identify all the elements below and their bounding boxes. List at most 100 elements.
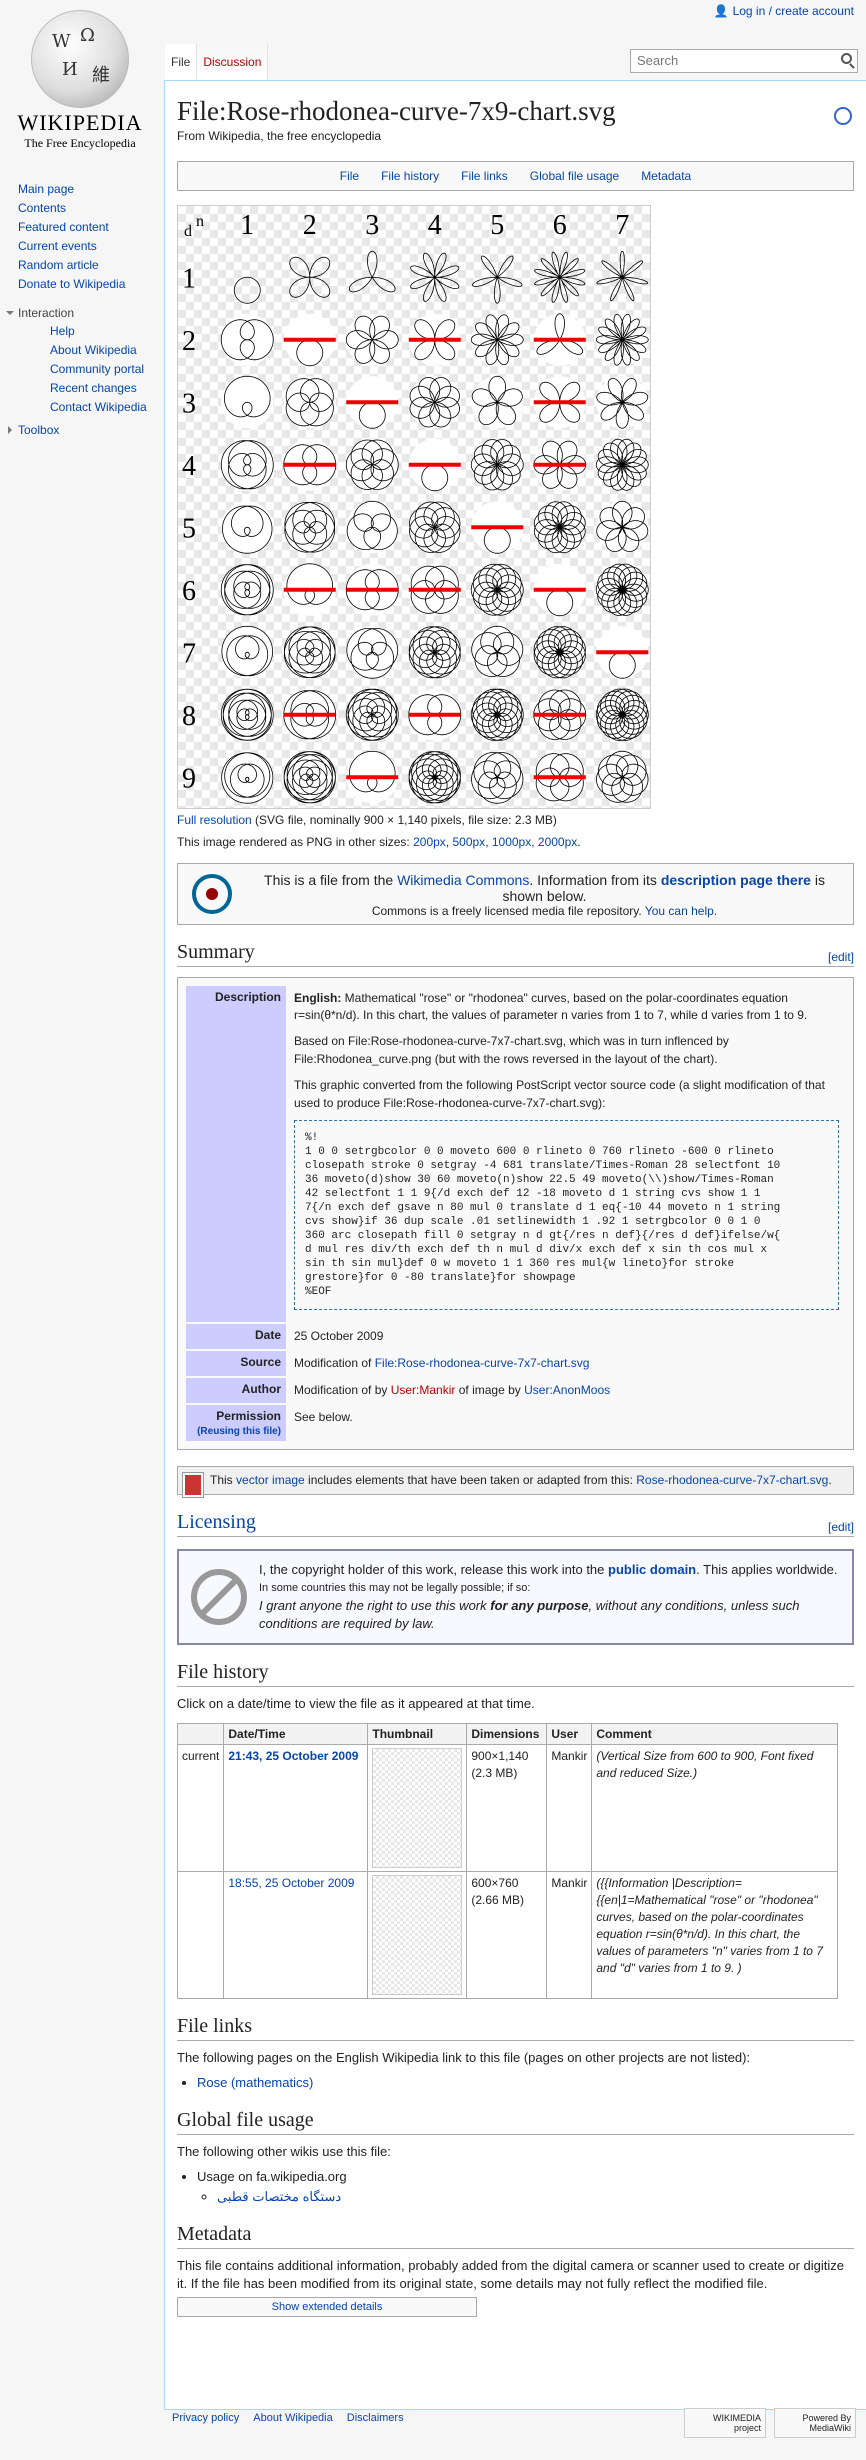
permission-label-text: Permission (216, 1409, 281, 1424)
rose-chart-image[interactable]: dn 1 2 3 4 5 6 7 1 2 3 4 5 6 7 8 9 (177, 205, 651, 810)
vector-image-link[interactable]: vector image (236, 1473, 305, 1487)
col-comment: Comment (591, 1723, 839, 1746)
vector-note: This vector image includes elements that… (177, 1466, 854, 1499)
sidebar-item-random[interactable]: Random article (18, 258, 99, 272)
source-link[interactable]: File:Rose-rhodonea-curve-7x7-chart.svg (375, 1356, 590, 1370)
site-logo[interactable]: WΩИ維 WIKIPEDIA The Free Encyclopedia (10, 10, 150, 151)
sidebar-item-contents[interactable]: Contents (18, 201, 66, 215)
user-icon: 👤 (713, 4, 729, 18)
lic-text-2: . This applies worldwide. (696, 1562, 838, 1578)
filetoc-file[interactable]: File (340, 169, 359, 183)
author-text-2: of image by (455, 1383, 525, 1398)
footer-about[interactable]: About Wikipedia (253, 2412, 333, 2424)
n-header-1: 1 (240, 210, 254, 241)
row-user[interactable]: Mankir (546, 1744, 593, 1873)
tab-file-label[interactable]: File (171, 55, 190, 69)
page-subtitle: From Wikipedia, the free encyclopedia (177, 129, 382, 144)
history-intro: Click on a date/time to view the file as… (177, 1696, 535, 1712)
you-can-help-link[interactable]: You can help. (645, 904, 717, 918)
d-row-label-1: 1 (182, 264, 196, 295)
filelink-rose[interactable]: Rose (mathematics) (197, 2075, 313, 2090)
filetoc-metadata[interactable]: Metadata (641, 169, 691, 183)
licensing-heading: Licensing [edit] (177, 1511, 854, 1538)
size-1000[interactable]: 1000px (492, 835, 531, 849)
search-input[interactable]: Search (630, 49, 858, 73)
filetoc-links[interactable]: File links (461, 169, 508, 183)
history-thumbnail[interactable] (372, 1875, 463, 1996)
sidebar-item-contact[interactable]: Contact Wikipedia (50, 400, 147, 414)
show-extended-details-button[interactable]: Show extended details (177, 2297, 477, 2318)
rose-curve-n1-d1 (233, 277, 261, 305)
history-date-link[interactable]: 21:43, 25 October 2009 (228, 1749, 358, 1763)
row-comment: (Vertical Size from 600 to 900, Font fix… (591, 1744, 839, 1873)
search-icon[interactable] (841, 53, 852, 64)
wikipedia-globe-icon: WΩИ維 (31, 10, 129, 108)
sidebar-item-about[interactable]: About Wikipedia (50, 343, 137, 357)
size-2000[interactable]: 2000px (538, 835, 577, 849)
row-dims: 900×1,140 (471, 1749, 529, 1764)
description-page-link[interactable]: description page there (661, 872, 811, 888)
vector-image-icon (182, 1472, 204, 1499)
sidebar-item-featured[interactable]: Featured content (18, 220, 109, 234)
filetoc-history[interactable]: File history (381, 169, 439, 183)
author-value: Modification of by User:Mankir of image … (288, 1378, 845, 1403)
rose-curve-n3-d1 (349, 251, 396, 293)
vn-source-link[interactable]: Rose-rhodonea-curve-7x7-chart.svg (636, 1473, 828, 1487)
n-header-3: 3 (365, 210, 379, 241)
metadata-text: This file contains additional informatio… (177, 2258, 844, 2292)
public-domain-link[interactable]: public domain (608, 1562, 696, 1577)
login-link[interactable]: Log in / create account (733, 4, 854, 18)
footer-disclaimers[interactable]: Disclaimers (347, 2412, 404, 2424)
source-value: Modification of File:Rose-rhodonea-curve… (288, 1351, 845, 1376)
row-user[interactable]: Mankir (546, 1871, 593, 2000)
sidebar-item-help[interactable]: Help (50, 324, 75, 338)
footer-privacy[interactable]: Privacy policy (172, 2412, 239, 2424)
description-cell: English: Mathematical "rose" or "rhodone… (288, 986, 845, 1322)
col-blank (176, 1723, 225, 1746)
toolbox-link[interactable]: Toolbox (18, 423, 59, 437)
filetoc-global[interactable]: Global file usage (530, 169, 619, 183)
d-row-label-4: 4 (182, 451, 196, 482)
toolbox-heading[interactable]: Toolbox (0, 423, 165, 437)
lic-text-4: I grant anyone the right to use this wor… (259, 1598, 491, 1614)
sidebar-item-current-events[interactable]: Current events (18, 239, 97, 253)
tab-discussion[interactable]: Discussion (197, 44, 269, 80)
summary-edit-link[interactable]: [edit] (828, 950, 854, 964)
commons-link[interactable]: Wikimedia Commons (397, 872, 529, 888)
reusing-link[interactable]: (Reusing this file) (197, 1426, 281, 1437)
sidebar-item-community[interactable]: Community portal (50, 362, 144, 376)
table-row: current 21:43, 25 October 2009 900×1,140… (176, 1744, 839, 1873)
global-page-link[interactable]: دستگاه مختصات قطبی (217, 2189, 341, 2204)
tab-discussion-label[interactable]: Discussion (203, 55, 261, 69)
fullres-link[interactable]: Full resolution (177, 813, 252, 827)
sidebar-item-donate[interactable]: Donate to Wikipedia (18, 277, 125, 291)
summary-heading-text: Summary (177, 941, 255, 964)
commons-text-4: Commons is a freely licensed media file … (371, 904, 645, 919)
row-comment: ({{Information |Description={{en|1=Mathe… (591, 1871, 839, 2000)
audio-icon[interactable] (834, 107, 852, 125)
size-200[interactable]: 200px (413, 835, 446, 849)
interaction-heading[interactable]: Interaction (0, 306, 165, 320)
licensing-edit-link[interactable]: [edit] (828, 1520, 854, 1534)
author-mankir-link[interactable]: User:Mankir (391, 1383, 456, 1397)
history-date-link[interactable]: 18:55, 25 October 2009 (228, 1876, 354, 1890)
fullres-line: Full resolution (SVG file, nominally 900… (177, 813, 854, 827)
d-row-label-6: 6 (182, 576, 196, 607)
size-500[interactable]: 500px (452, 835, 485, 849)
history-thumbnail[interactable] (372, 1748, 463, 1869)
tab-file[interactable]: File (165, 44, 198, 80)
commons-notice: This is a file from the Wikimedia Common… (177, 863, 854, 926)
rose-curve-n2-d1 (289, 257, 331, 299)
summary-box: Description English: Mathematical "rose"… (177, 977, 854, 1451)
sidebar: Main page Contents Featured content Curr… (0, 180, 165, 439)
row-status: current (176, 1744, 225, 1873)
sidebar-item-recent-changes[interactable]: Recent changes (50, 381, 137, 395)
row-dims: 600×760 (471, 1876, 519, 1891)
author-anonmoos-link[interactable]: User:AnonMoos (524, 1383, 610, 1397)
sidebar-item-main-page[interactable]: Main page (18, 182, 74, 196)
d-axis-label: d (184, 223, 192, 240)
wikimedia-badge[interactable]: WIKIMEDIA project (684, 2408, 766, 2438)
metadata-heading: Metadata (177, 2223, 854, 2250)
summary-heading: Summary [edit] (177, 941, 854, 968)
mediawiki-badge[interactable]: Powered By MediaWiki (774, 2408, 856, 2438)
